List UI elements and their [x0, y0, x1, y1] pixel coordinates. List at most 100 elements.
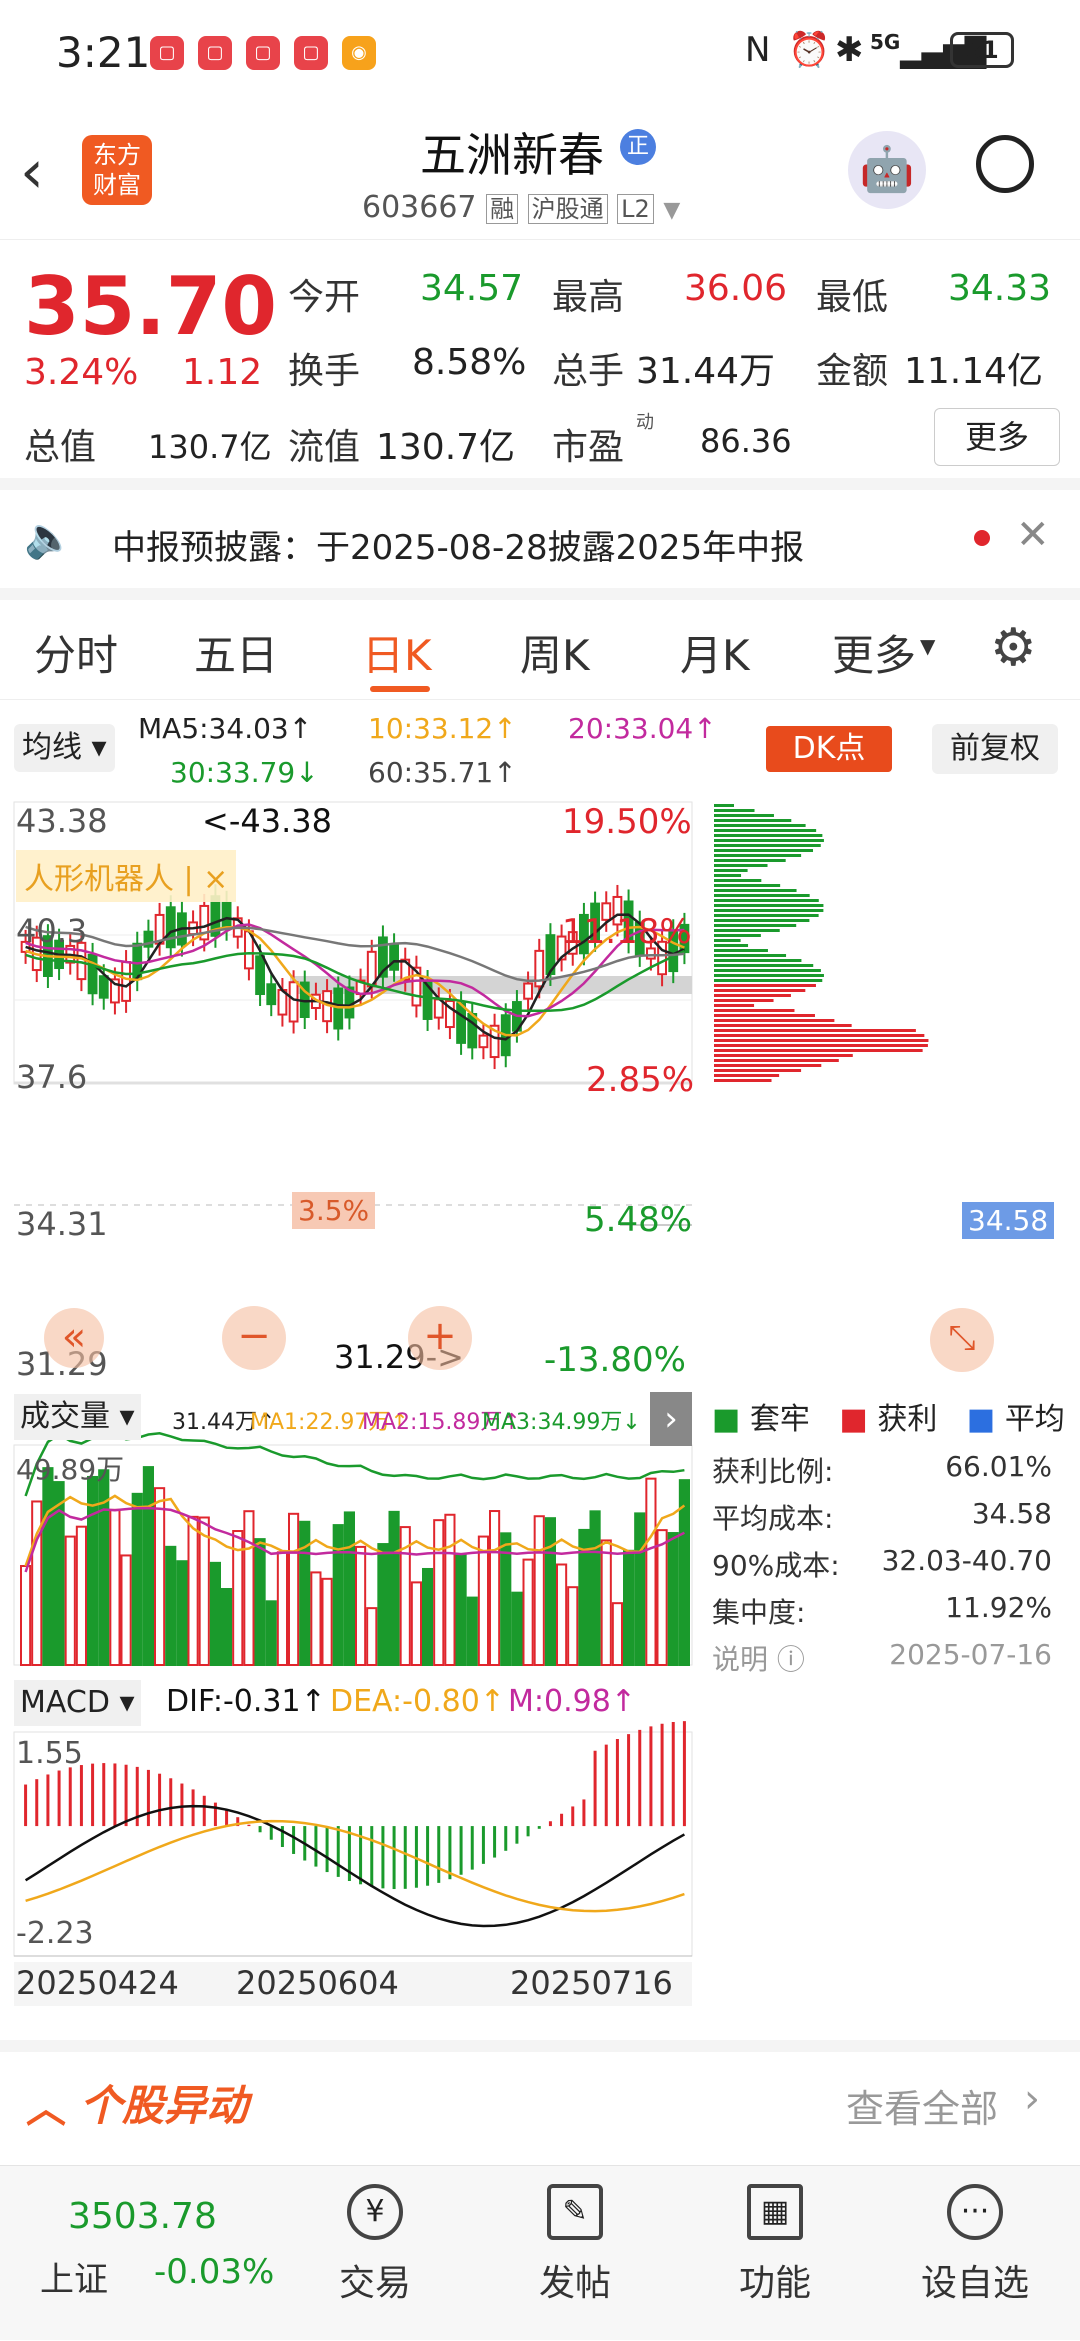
- volume-bar: [343, 1511, 356, 1666]
- zoom-out-button[interactable]: −: [222, 1306, 286, 1370]
- gear-icon[interactable]: ⚙: [990, 618, 1037, 678]
- tag-l2: L2: [617, 194, 654, 224]
- robot-assistant-icon[interactable]: 🤖: [848, 131, 926, 209]
- chip-bar: [714, 884, 781, 887]
- volume-bar: [422, 1567, 434, 1666]
- tab-five-day[interactable]: 五日: [194, 622, 278, 683]
- fullscreen-icon[interactable]: ⤡: [930, 1308, 994, 1372]
- function-button[interactable]: ▦ 功能: [695, 2166, 855, 2341]
- chip-bar: [714, 914, 819, 917]
- volume-bar: [332, 1524, 344, 1667]
- tab-minute[interactable]: 分时: [34, 622, 118, 683]
- tab-weekly-k[interactable]: 周K: [520, 622, 590, 683]
- volume-bar: [355, 1545, 367, 1666]
- view-all-link[interactable]: 查看全部: [846, 2078, 998, 2133]
- chip-bar: [714, 824, 806, 827]
- chip-bar: [714, 939, 741, 942]
- chip-bar: [714, 919, 810, 922]
- post-button[interactable]: ✎ 发帖: [495, 2166, 655, 2341]
- date-label: 20250424: [16, 1964, 179, 2002]
- search-icon[interactable]: [976, 135, 1034, 193]
- volume-bar: [243, 1510, 255, 1667]
- volume-bar: [254, 1538, 266, 1666]
- volume-bar: [209, 1561, 221, 1666]
- more-button[interactable]: 更多: [934, 408, 1060, 466]
- index-value[interactable]: 3503.78: [68, 2196, 217, 2237]
- status-bar: 3:21 ▢ ▢ ▢ ▢ ◉ N ⏰ ✱ 5G ▂▄▆█ 81: [0, 0, 1080, 105]
- stat-label: 90%成本:: [712, 1549, 840, 1582]
- chip-bar: [714, 859, 786, 862]
- volume-bar: [433, 1519, 445, 1666]
- notice-text: 中报预披露：于2025-08-28披露2025年中报: [112, 528, 805, 568]
- tag-margin: 融: [486, 194, 519, 224]
- volume-bar: [634, 1512, 646, 1666]
- stock-name: 五洲新春: [420, 128, 604, 182]
- legend-trapped: 套牢: [749, 1402, 810, 1437]
- date-label: 20250604: [236, 1964, 399, 2002]
- chip-bar: [714, 994, 791, 997]
- chip-bar: [714, 964, 814, 967]
- app-notification-icon: ▢: [150, 36, 184, 70]
- date-label: 20250716: [510, 1964, 673, 2002]
- stat-label: 平均成本:: [712, 1502, 834, 1535]
- chevron-right-icon[interactable]: ›: [1024, 2076, 1040, 2122]
- pct-marker-1: 19.50%: [562, 802, 692, 842]
- chevron-down-icon[interactable]: ▼: [663, 198, 680, 223]
- macd-label: MACD: [20, 1685, 110, 1720]
- volume-selector[interactable]: 成交量 ▾: [14, 1394, 141, 1440]
- axis-level-3: 37.6: [16, 1058, 88, 1096]
- back-button[interactable]: ‹: [20, 137, 44, 207]
- volume-bar: [310, 1571, 322, 1667]
- tab-more[interactable]: 更多: [832, 622, 916, 683]
- volume-bar: [187, 1515, 199, 1667]
- chip-legend: ■ 套牢 ■ 获利 ■ 平均: [712, 1402, 1065, 1437]
- candle-body: [255, 955, 265, 996]
- volume-max: 49.89万: [16, 1453, 125, 1486]
- status-time: 3:21: [56, 28, 151, 77]
- panel-next-button[interactable]: ›: [650, 1392, 692, 1446]
- volume-bar: [321, 1577, 333, 1666]
- scroll-left-button[interactable]: «: [44, 1308, 104, 1368]
- active-tab-indicator: [370, 686, 430, 692]
- volume-ma3: MA3:34.99万↓: [482, 1410, 641, 1435]
- chip-bar: [714, 894, 810, 897]
- chevron-up-icon[interactable]: ︿: [26, 2076, 66, 2134]
- trade-label: 交易: [338, 2263, 411, 2304]
- chip-bar: [714, 944, 749, 947]
- close-icon[interactable]: ✕: [1016, 512, 1050, 558]
- candle-body: [478, 1034, 489, 1049]
- pct-marker-2: 11.18%: [562, 912, 692, 952]
- chip-bar: [714, 954, 787, 957]
- tab-daily-k[interactable]: 日K: [362, 622, 432, 683]
- open-value: 34.57: [420, 268, 524, 309]
- explain-link[interactable]: 说明: [712, 1643, 768, 1676]
- macd-selector[interactable]: MACD ▾: [14, 1680, 141, 1726]
- volume-bar: [556, 1563, 568, 1666]
- m-value: M:0.98↑: [508, 1684, 636, 1719]
- macd-high: 1.55: [16, 1736, 83, 1771]
- zoom-in-button[interactable]: +: [408, 1306, 472, 1370]
- watchlist-button[interactable]: ··· 设自选: [895, 2166, 1055, 2341]
- chip-bar: [714, 989, 806, 992]
- pe-label: 市盈: [552, 427, 625, 468]
- chip-bar: [714, 899, 819, 902]
- low-value: 34.33: [948, 268, 1052, 309]
- chip-bar: [714, 1044, 928, 1047]
- stat-label: 获利比例:: [712, 1455, 834, 1488]
- quote-panel: 35.70 3.24% 1.12 今开 34.57 最高 36.06 最低 34…: [0, 240, 1080, 490]
- period-tabs: 分时 五日 日K 周K 月K 更多 ▼ ⚙: [0, 600, 1080, 700]
- info-icon[interactable]: ⓘ: [777, 1643, 805, 1676]
- volume-bar: [64, 1535, 76, 1666]
- edit-icon: ✎: [547, 2184, 603, 2240]
- concept-tag[interactable]: 人形机器人 | ×: [16, 850, 237, 902]
- chip-bar: [714, 984, 816, 987]
- tab-monthly-k[interactable]: 月K: [680, 622, 750, 683]
- stat-value: 32.03-40.70: [881, 1544, 1052, 1577]
- notice-banner[interactable]: 🔈 中报预披露：于2025-08-28披露2025年中报 ✕: [0, 490, 1080, 600]
- chip-bar: [714, 1079, 772, 1082]
- volume-bar: [120, 1554, 132, 1666]
- candle-body: [98, 975, 109, 999]
- trade-button[interactable]: ¥ 交易: [295, 2166, 455, 2341]
- volume-bar: [623, 1549, 635, 1666]
- dif-value: DIF:-0.31↑: [166, 1684, 326, 1719]
